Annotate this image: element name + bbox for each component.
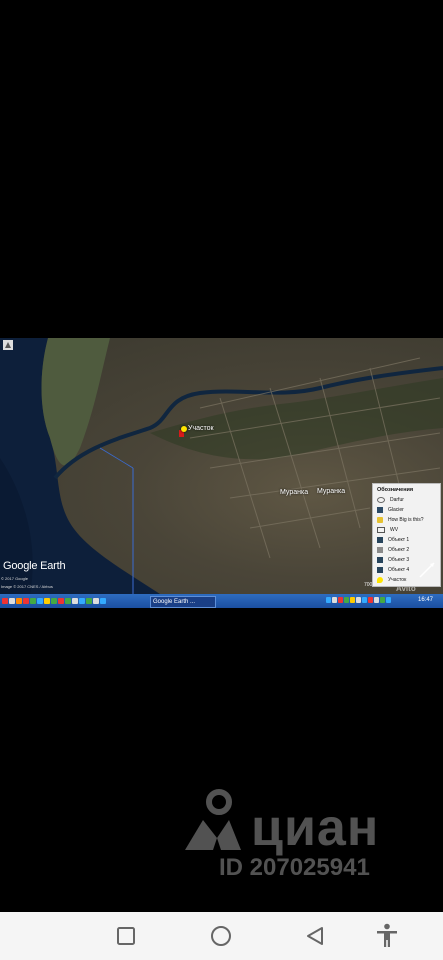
app-icon (51, 598, 57, 604)
object-icon (377, 557, 383, 563)
android-nav-bar (0, 912, 443, 960)
copyright-imagery: Image © 2017 CNES / Airbus (1, 584, 53, 589)
satellite-map: Участок Муранка Муранка Google Earth © 2… (0, 338, 443, 594)
system-tray (326, 597, 391, 603)
cian-watermark: циан ID 207025941 (183, 780, 413, 890)
glacier-icon (377, 507, 383, 513)
back-triangle-icon (307, 927, 323, 945)
listing-id: ID 207025941 (219, 854, 370, 881)
pin-icon (377, 577, 383, 583)
legend-item: Darfur (373, 495, 440, 505)
wv-icon (377, 527, 385, 533)
taskbar-google-earth: Google Earth ... (150, 596, 216, 608)
legend-item: Объект 2 (373, 545, 440, 555)
image-viewer[interactable]: Участок Муранка Муранка Google Earth © 2… (0, 0, 443, 912)
app-icon (37, 598, 43, 604)
village-label-2: Муранка (317, 488, 346, 495)
darfur-icon (377, 497, 385, 503)
legend-item: Объект 1 (373, 535, 440, 545)
compass-icon (419, 562, 435, 578)
app-icon (100, 598, 106, 604)
app-icon (72, 598, 78, 604)
start-icon (2, 598, 8, 604)
app-icon (79, 598, 85, 604)
listing-photo[interactable]: Участок Муранка Муранка Google Earth © 2… (0, 338, 443, 608)
recents-button[interactable] (112, 922, 140, 950)
back-button[interactable] (301, 922, 329, 950)
app-icon (93, 598, 99, 604)
app-icon (44, 598, 50, 604)
home-button[interactable] (207, 922, 235, 950)
cian-logo-icon (185, 789, 241, 850)
circle-icon (211, 926, 231, 946)
map-tool-icon (3, 340, 13, 350)
folder-icon (377, 517, 383, 523)
app-icon (23, 598, 29, 604)
village-label-1: Муранка (280, 489, 309, 496)
legend-item: Glacier (373, 505, 440, 515)
app-icon (30, 598, 36, 604)
legend-title: Обозначения (377, 487, 414, 493)
object-icon (377, 537, 383, 543)
legend-item: How Big is this? (373, 515, 440, 525)
quick-launch (2, 598, 106, 604)
app-icon (16, 598, 22, 604)
app-icon (86, 598, 92, 604)
square-icon (117, 927, 135, 945)
accessibility-button[interactable] (373, 922, 401, 950)
object-icon (377, 547, 383, 553)
plot-label: Участок (188, 425, 214, 432)
app-icon (9, 598, 15, 604)
taskbar-clock: 16:47 (418, 597, 434, 603)
app-icon (65, 598, 71, 604)
google-earth-logo: Google Earth (3, 560, 66, 572)
app-icon (58, 598, 64, 604)
legend-item: WV (373, 525, 440, 535)
plot-pin-icon[interactable] (181, 426, 187, 432)
object-icon (377, 567, 383, 573)
windows-taskbar: Google Earth ... 16:47 (0, 594, 443, 608)
copyright-google: © 2017 Google (1, 576, 28, 581)
accessibility-icon (377, 923, 397, 947)
cian-brand: циан (251, 799, 380, 857)
